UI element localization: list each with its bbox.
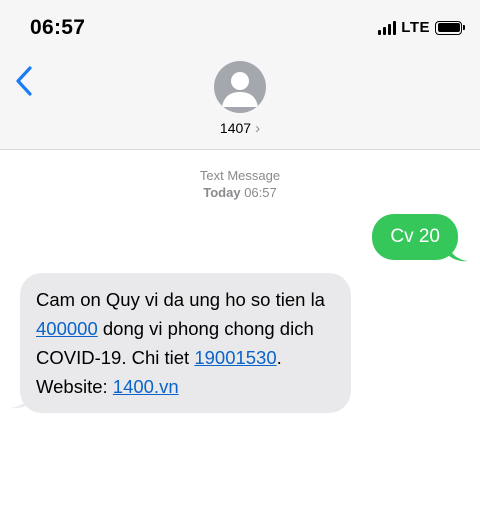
timestamp-day: Today bbox=[203, 185, 241, 200]
sent-bubble-tail bbox=[448, 244, 468, 262]
message-text: Cam on Quy vi da ung ho so tien la bbox=[36, 289, 325, 310]
status-time: 06:57 bbox=[30, 16, 86, 39]
message-timestamp: Today 06:57 bbox=[0, 185, 480, 200]
contact-name: 1407 bbox=[219, 120, 252, 136]
website-link[interactable]: 1400.vn bbox=[113, 376, 179, 397]
status-indicators: LTE bbox=[378, 19, 465, 36]
avatar[interactable] bbox=[214, 61, 266, 113]
back-button[interactable] bbox=[12, 64, 42, 98]
avatar-icon bbox=[222, 72, 258, 107]
amount-link[interactable]: 400000 bbox=[36, 318, 98, 339]
network-label: LTE bbox=[401, 19, 430, 36]
message-type-label: Text Message bbox=[199, 168, 281, 183]
signal-icon bbox=[378, 20, 397, 35]
timestamp-time: 06:57 bbox=[244, 185, 277, 200]
conversation-header: 06:57 LTE 1407 › bbox=[0, 0, 480, 150]
contact-name-button[interactable]: 1407 › bbox=[0, 120, 480, 137]
received-bubble-tail bbox=[10, 391, 32, 409]
back-chevron-icon bbox=[16, 66, 32, 96]
received-message-bubble[interactable]: Cam on Quy vi da ung ho so tien la 40000… bbox=[20, 273, 351, 413]
chevron-right-icon: › bbox=[255, 120, 261, 137]
sent-message-bubble[interactable]: Cv 20 bbox=[372, 214, 458, 260]
battery-icon bbox=[435, 20, 465, 35]
phone-link[interactable]: 19001530 bbox=[194, 347, 276, 368]
